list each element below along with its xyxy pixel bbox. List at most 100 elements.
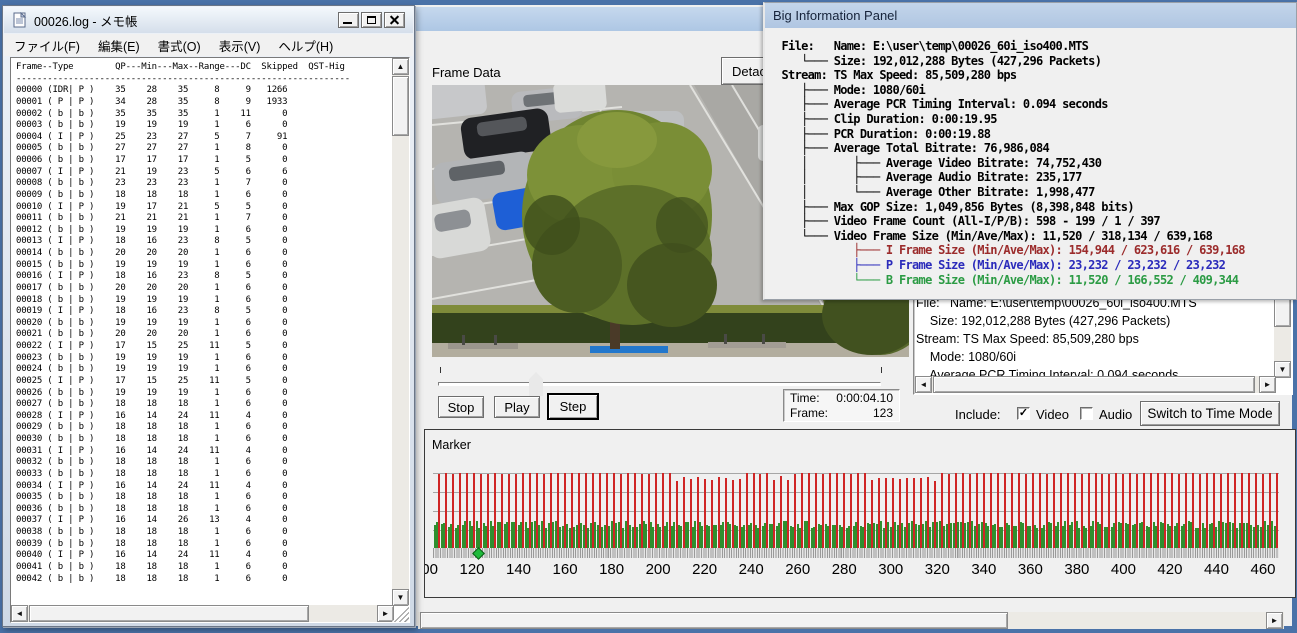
bip-line: File: Name: E:\user\temp\00026_60i_iso40… [775,39,1295,54]
x-axis-label: 140 [506,561,531,578]
bip-line: ├─── Video Frame Count (All-I/P/B): 598 … [775,214,1295,229]
bip-line: ├─── I Frame Size (Min/Ave/Max): 154,944… [775,243,1295,258]
x-axis-label: 360 [1018,561,1043,578]
chart-horizontal-scrollbar[interactable]: ► [418,612,1284,629]
x-axis-label: 120 [459,561,484,578]
scroll-down-icon[interactable]: ▼ [392,589,409,606]
x-axis-label: 180 [599,561,624,578]
menu-file[interactable]: ファイル(F) [14,36,80,55]
stream-info-line: Mode: 1080/60i [916,348,1274,366]
bip-line: │ └─── Average Other Bitrate: 1,998,477 [775,185,1295,200]
notepad-title: 00026.log - メモ帳 [34,11,138,30]
scrollbar-thumb[interactable] [420,612,1008,629]
frame-size-chart: Marker 100 120 140 160 180 200 220 240 260 280 300… [424,429,1296,598]
scroll-left-icon[interactable]: ◄ [11,605,28,622]
scroll-right-icon[interactable]: ► [1266,612,1283,629]
notepad-document-icon [12,12,28,28]
frame-value: 123 [828,406,893,420]
bip-line: Stream: TS Max Speed: 85,509,280 bps [775,68,1295,83]
scroll-left-icon[interactable]: ◄ [915,376,932,393]
scroll-down-icon[interactable]: ▼ [1274,361,1291,378]
notepad-text-area[interactable]: Frame--Type QP---Min---Max--Range---DC S… [10,57,410,623]
video-checkbox-label[interactable]: Video [1036,407,1069,422]
menu-format[interactable]: 書式(O) [158,36,201,55]
close-icon[interactable] [384,12,405,28]
time-value: 0:00:04.10 [828,391,893,405]
x-axis-label: 100 [424,561,438,578]
frame-data-label: Frame Data [432,65,501,80]
stream-info-text: File: Name: E:\user\temp\00026_60i_iso40… [916,294,1274,377]
time-label: Time: [790,391,828,405]
x-axis-label: 240 [739,561,764,578]
x-axis-label: 160 [553,561,578,578]
chart-plot-area [433,470,1279,548]
menu-view[interactable]: 表示(V) [219,36,261,55]
menu-help[interactable]: ヘルプ(H) [278,36,333,55]
x-axis-label: 280 [832,561,857,578]
scrollbar-thumb[interactable] [933,376,1255,393]
bip-line: ├─── Max GOP Size: 1,049,856 Bytes (8,39… [775,200,1295,215]
frame-label: Frame: [790,406,828,420]
x-axis-label: 460 [1250,561,1275,578]
stream-info-line: Size: 192,012,288 Bytes (427,296 Packets… [916,312,1274,330]
x-axis-label: 320 [925,561,950,578]
bip-line: ├─── Clip Duration: 0:00:19.95 [775,112,1295,127]
bip-line: │ ├─── Average Video Bitrate: 74,752,430 [775,156,1295,171]
menu-edit[interactable]: 編集(E) [98,36,140,55]
notepad-horizontal-scrollbar[interactable]: ◄ ► [11,605,394,622]
slider-tick-start [440,367,441,373]
marker-label: Marker [432,438,471,452]
resize-grip[interactable] [392,605,409,622]
bip-line: └─── B Frame Size (Min/Ave/Max): 11,520 … [775,273,1295,288]
bip-line: ├─── P Frame Size (Min/Ave/Max): 23,232 … [775,258,1295,273]
step-button[interactable]: Step [548,394,598,419]
x-axis-label: 380 [1064,561,1089,578]
switch-to-time-mode-button[interactable]: Switch to Time Mode [1140,401,1280,426]
video-checkbox[interactable]: ✓ [1017,407,1030,420]
bip-line: ├─── PCR Duration: 0:00:19.88 [775,127,1295,142]
audio-checkbox-label[interactable]: Audio [1099,407,1132,422]
notepad-vertical-scrollbar[interactable]: ▲ ▼ [392,58,409,606]
x-axis-label: 220 [692,561,717,578]
x-axis-label: 200 [646,561,671,578]
slider-tick-end [881,367,882,373]
stream-info-vertical-scrollbar[interactable]: ▼ [1274,293,1291,378]
bip-line: └─── Video Frame Size (Min/Ave/Max): 11,… [775,229,1295,244]
bip-line: ├─── Mode: 1080/60i [775,83,1295,98]
notepad-titlebar[interactable]: 00026.log - メモ帳 [4,7,413,33]
big-information-panel-titlebar[interactable]: Big Information Panel [765,3,1296,28]
x-axis-label: 300 [878,561,903,578]
bip-line: │ ├─── Average Audio Bitrate: 235,177 [775,170,1295,185]
scrollbar-thumb[interactable] [392,76,409,136]
scrollbar-thumb[interactable] [29,605,309,622]
scroll-up-icon[interactable]: ▲ [392,58,409,75]
stream-info-horizontal-scrollbar[interactable]: ◄ ► [915,376,1276,393]
i-frame-bar [1276,473,1278,548]
chart-frame-ticks [433,548,1279,558]
maximize-icon[interactable] [361,12,382,28]
chart-x-axis: 1001201401601802002202402602803003203403… [433,561,1279,583]
notepad-menubar: ファイル(F) 編集(E) 書式(O) 表示(V) ヘルプ(H) [4,34,413,56]
bip-line: ├─── Average Total Bitrate: 76,986,084 [775,141,1295,156]
x-axis-label: 400 [1111,561,1136,578]
x-axis-label: 420 [1157,561,1182,578]
x-axis-label: 260 [785,561,810,578]
stream-info-panel: File: Name: E:\user\temp\00026_60i_iso40… [913,291,1293,395]
scroll-right-icon[interactable]: ► [1259,376,1276,393]
notepad-window: 00026.log - メモ帳 ファイル(F) 編集(E) 書式(O) 表示(V… [2,5,415,627]
x-axis-label: 440 [1204,561,1229,578]
big-information-panel-title: Big Information Panel [773,8,897,23]
play-button[interactable]: Play [494,396,540,418]
big-information-panel-text: File: Name: E:\user\temp\00026_60i_iso40… [775,39,1295,287]
stop-button[interactable]: Stop [438,396,484,418]
include-label: Include: [955,407,1001,422]
x-axis-label: 340 [971,561,996,578]
seek-slider-thumb[interactable] [529,372,543,396]
audio-checkbox[interactable] [1080,407,1093,420]
bip-line: ├─── Average PCR Timing Interval: 0.094 … [775,97,1295,112]
log-text: Frame--Type QP---Min---Max--Range---DC S… [16,62,350,585]
big-information-panel: Big Information Panel File: Name: E:\use… [763,2,1297,300]
seek-slider-track[interactable] [438,382,881,386]
stream-info-line: Stream: TS Max Speed: 85,509,280 bps [916,330,1274,348]
minimize-icon[interactable] [338,12,359,28]
